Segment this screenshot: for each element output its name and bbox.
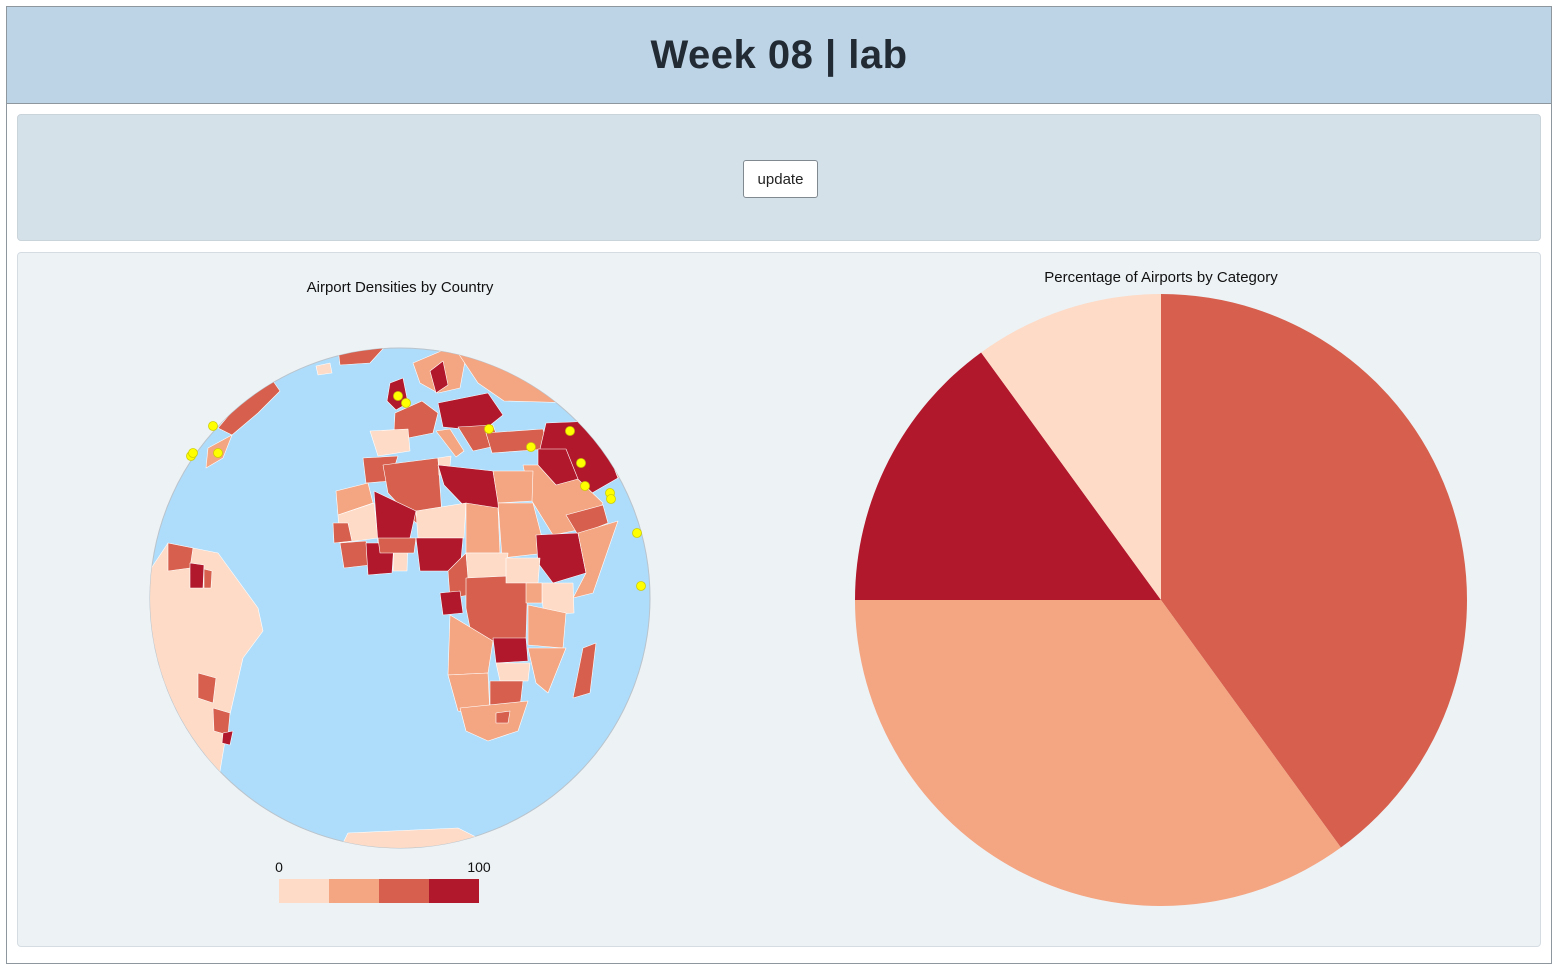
- country-region-zimbabwe[interactable]: [495, 662, 531, 682]
- controls-panel: update: [17, 114, 1541, 241]
- legend-swatch: [329, 879, 379, 903]
- airport-marker[interactable]: [580, 481, 590, 491]
- airport-marker[interactable]: [213, 448, 223, 458]
- country-region-guyana[interactable]: [189, 562, 205, 589]
- legend-max-label: 100: [467, 859, 491, 875]
- airport-marker[interactable]: [606, 494, 616, 504]
- color-legend: 0 100: [275, 859, 491, 903]
- airport-marker[interactable]: [401, 398, 411, 408]
- charts-panel: Airport Densities by Country Percentage …: [17, 252, 1541, 947]
- legend-swatch: [379, 879, 429, 903]
- country-region-guinea[interactable]: [339, 540, 371, 569]
- country-region-egypt[interactable]: [492, 470, 534, 504]
- airport-marker[interactable]: [632, 528, 642, 538]
- airport-marker[interactable]: [565, 426, 575, 436]
- country-region-burkina[interactable]: [377, 537, 417, 554]
- page-header: Week 08 | lab: [7, 7, 1551, 104]
- country-region-bolivia[interactable]: [197, 672, 217, 704]
- country-region-car[interactable]: [465, 552, 509, 579]
- airport-marker[interactable]: [484, 424, 494, 434]
- country-region-south-sudan[interactable]: [505, 557, 541, 584]
- page-title: Week 08 | lab: [650, 32, 908, 77]
- country-region-venezuela[interactable]: [167, 542, 194, 572]
- airport-marker[interactable]: [636, 581, 646, 591]
- legend-swatch: [429, 879, 479, 903]
- legend-swatch: [279, 879, 329, 903]
- airport-marker[interactable]: [526, 442, 536, 452]
- airport-marker[interactable]: [393, 391, 403, 401]
- legend-min-label: 0: [275, 859, 283, 875]
- globe-map[interactable]: 0 100: [18, 253, 778, 948]
- country-region-uganda[interactable]: [525, 582, 543, 604]
- country-region-suriname[interactable]: [203, 568, 213, 589]
- country-region-lesotho[interactable]: [495, 710, 511, 724]
- pie-chart[interactable]: [778, 253, 1542, 948]
- update-button[interactable]: update: [743, 160, 818, 198]
- airport-marker[interactable]: [208, 421, 218, 431]
- airport-marker[interactable]: [576, 458, 586, 468]
- country-region-zambia[interactable]: [492, 637, 529, 664]
- country-region-gabon[interactable]: [439, 590, 464, 616]
- country-region-paraguay[interactable]: [212, 707, 231, 736]
- country-region-chad[interactable]: [465, 502, 501, 554]
- page-frame: Week 08 | lab update Airport Densities b…: [6, 6, 1552, 964]
- airport-marker[interactable]: [188, 448, 198, 458]
